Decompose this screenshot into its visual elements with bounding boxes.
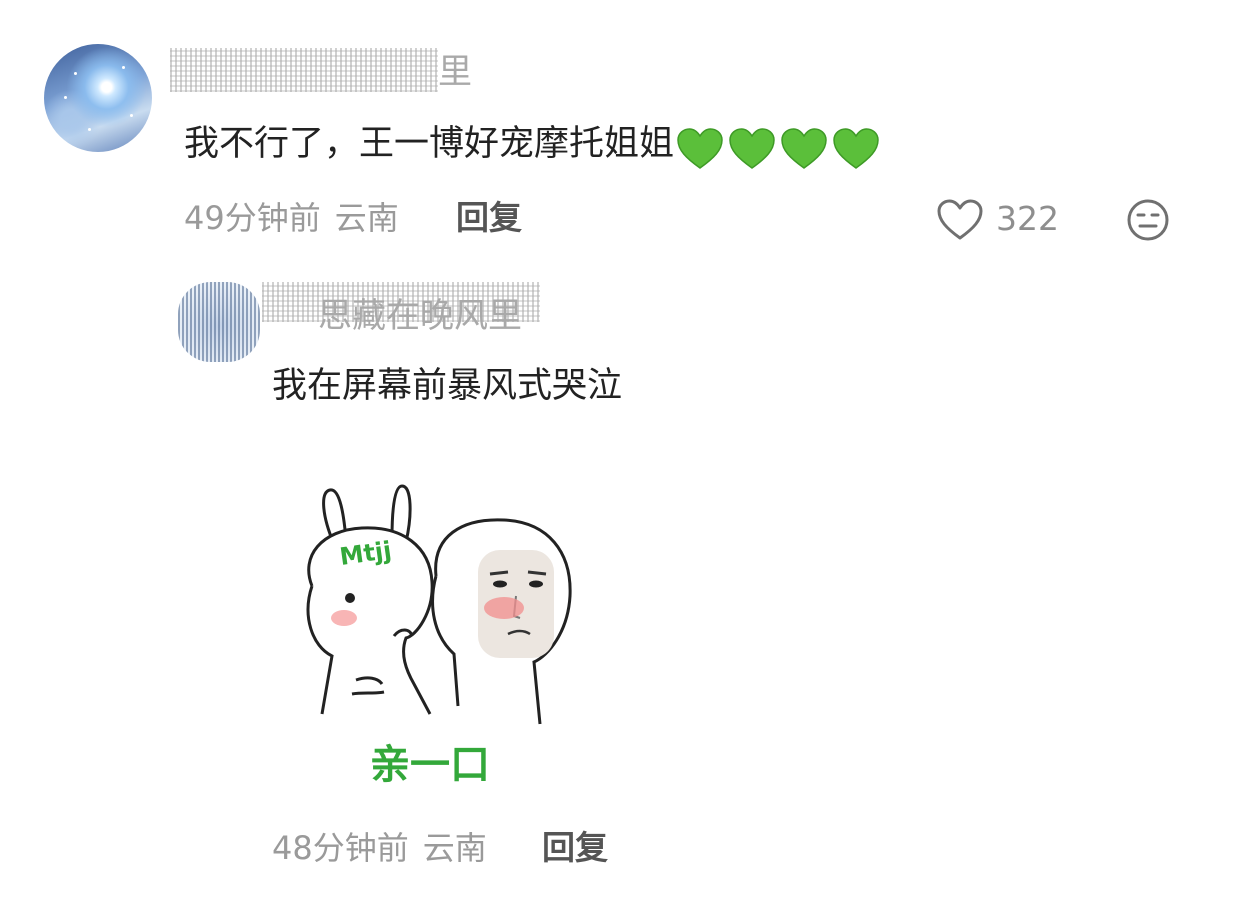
reply-button[interactable]: 回复 <box>456 198 522 238</box>
reply-button-2[interactable]: 回复 <box>542 828 608 868</box>
reply-username-visible-part[interactable]: 思藏在晚风里 <box>318 296 522 336</box>
comment-text: 我不行了，王一博好宠摩托姐姐 <box>184 122 884 171</box>
sticker-image[interactable]: Mtjj 亲一口 <box>282 456 622 796</box>
reply-comment-location: 云南 <box>422 829 487 867</box>
emoji-hearts <box>676 126 884 171</box>
username-obscured <box>170 48 438 92</box>
round-head-figure <box>431 518 572 725</box>
comment-meta: 49分钟前 云南 <box>184 198 399 238</box>
green-heart-icon <box>729 128 775 169</box>
username-visible-part[interactable]: 里 <box>438 52 472 92</box>
reply-comment-text: 我在屏幕前暴风式哭泣 <box>272 366 623 406</box>
reply-comment-time: 48分钟前 <box>272 829 409 867</box>
dislike-face-icon[interactable] <box>1126 198 1170 242</box>
commenter-avatar[interactable] <box>44 44 152 152</box>
green-heart-icon <box>677 128 723 169</box>
green-heart-icon <box>781 128 827 169</box>
comment-location: 云南 <box>334 199 399 237</box>
rabbit-figure: Mtjj <box>306 484 434 715</box>
reply-comment-meta: 48分钟前 云南 <box>272 828 487 868</box>
comment-time: 49分钟前 <box>184 199 321 237</box>
like-count: 322 <box>996 199 1059 238</box>
reply-commenter-avatar[interactable] <box>178 282 260 362</box>
comment-body: 我不行了，王一博好宠摩托姐姐 <box>184 124 675 164</box>
comment-thread: 里 我不行了，王一博好宠摩托姐姐 49分钟前 云南 回复 322 思藏在晚风里 我… <box>0 0 1236 908</box>
green-heart-icon <box>833 128 879 169</box>
sticker-caption: 亲一口 <box>370 742 490 788</box>
like-heart-icon[interactable] <box>936 198 984 242</box>
